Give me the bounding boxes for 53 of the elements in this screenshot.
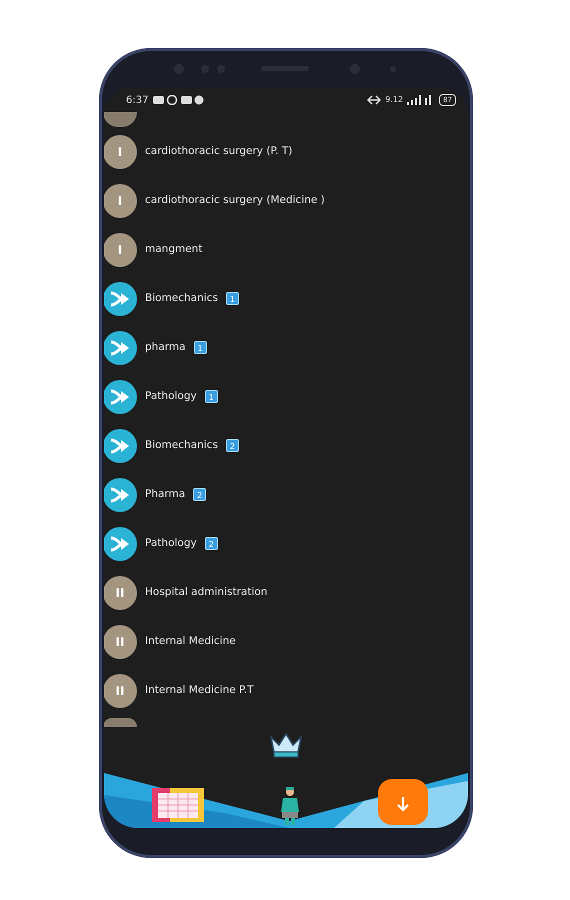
crown-icon bbox=[269, 733, 303, 759]
item-label: Biomechanics bbox=[145, 438, 218, 453]
list-item[interactable]: Pathology 1 bbox=[104, 372, 468, 421]
number-badge: 1 bbox=[226, 292, 239, 305]
avatar-edge bbox=[104, 718, 137, 727]
item-label: Hospital administration bbox=[145, 584, 268, 600]
number-badge: 1 bbox=[204, 390, 218, 403]
item-label: Biomechanics bbox=[145, 290, 218, 306]
numeral-avatar: I bbox=[104, 184, 137, 218]
data-icon bbox=[367, 95, 382, 105]
list-item[interactable]: pharma 1 bbox=[104, 323, 468, 372]
list-item[interactable]: Pharma 2 bbox=[104, 470, 468, 519]
status-time: 6:37 bbox=[126, 94, 148, 108]
download-icon bbox=[396, 796, 410, 812]
numeral-avatar: I bbox=[104, 134, 137, 168]
numeral-avatar: II bbox=[104, 624, 137, 658]
item-label: Pathology bbox=[145, 388, 197, 404]
list-item[interactable]: Pathology 2 bbox=[104, 519, 468, 568]
arrow-avatar-icon bbox=[104, 330, 137, 364]
list-item[interactable]: Biomechanics 1 bbox=[104, 274, 468, 323]
item-label: Pathology bbox=[145, 536, 197, 551]
number-badge: 2 bbox=[226, 439, 239, 452]
item-label: cardiothoracic surgery (P. T) bbox=[145, 144, 292, 159]
download-button[interactable] bbox=[378, 779, 428, 825]
arrow-avatar-icon bbox=[104, 478, 137, 512]
number-badge: 2 bbox=[204, 537, 218, 550]
avatar-edge bbox=[104, 112, 137, 127]
number-badge: 1 bbox=[194, 341, 207, 354]
numeral-avatar: II bbox=[104, 674, 137, 708]
number-badge: 2 bbox=[193, 488, 206, 501]
calendar-icon bbox=[152, 788, 204, 822]
list-item[interactable]: II Internal Medicine P.T bbox=[104, 666, 468, 715]
item-label: Pharma bbox=[145, 486, 186, 502]
doctor-figure bbox=[279, 786, 301, 826]
numeral-avatar: II bbox=[104, 576, 137, 610]
arrow-avatar-icon bbox=[104, 428, 137, 462]
list-item[interactable]: Biomechanics 2 bbox=[104, 421, 468, 470]
list-item[interactable]: II Hospital administration bbox=[104, 568, 468, 617]
notification-icons bbox=[152, 95, 204, 105]
arrow-avatar-icon bbox=[104, 282, 137, 316]
arrow-avatar-icon bbox=[104, 526, 137, 560]
item-label: pharma bbox=[145, 340, 186, 355]
list-item[interactable]: I cardiothoracic surgery (Medicine ) bbox=[104, 176, 468, 225]
network-speed: 9.12 bbox=[385, 94, 404, 106]
item-label: cardiothoracic surgery (Medicine ) bbox=[145, 192, 325, 208]
list-item[interactable]: I mangment bbox=[104, 225, 468, 274]
list-item[interactable]: II Internal Medicine bbox=[104, 617, 468, 666]
item-label: mangment bbox=[145, 242, 202, 257]
list-item[interactable]: I cardiothoracic surgery (P. T) bbox=[104, 127, 468, 176]
numeral-avatar: I bbox=[104, 232, 137, 266]
arrow-avatar-icon bbox=[104, 380, 137, 414]
item-label: Internal Medicine bbox=[145, 634, 236, 649]
item-label: Internal Medicine P.T bbox=[145, 682, 254, 698]
